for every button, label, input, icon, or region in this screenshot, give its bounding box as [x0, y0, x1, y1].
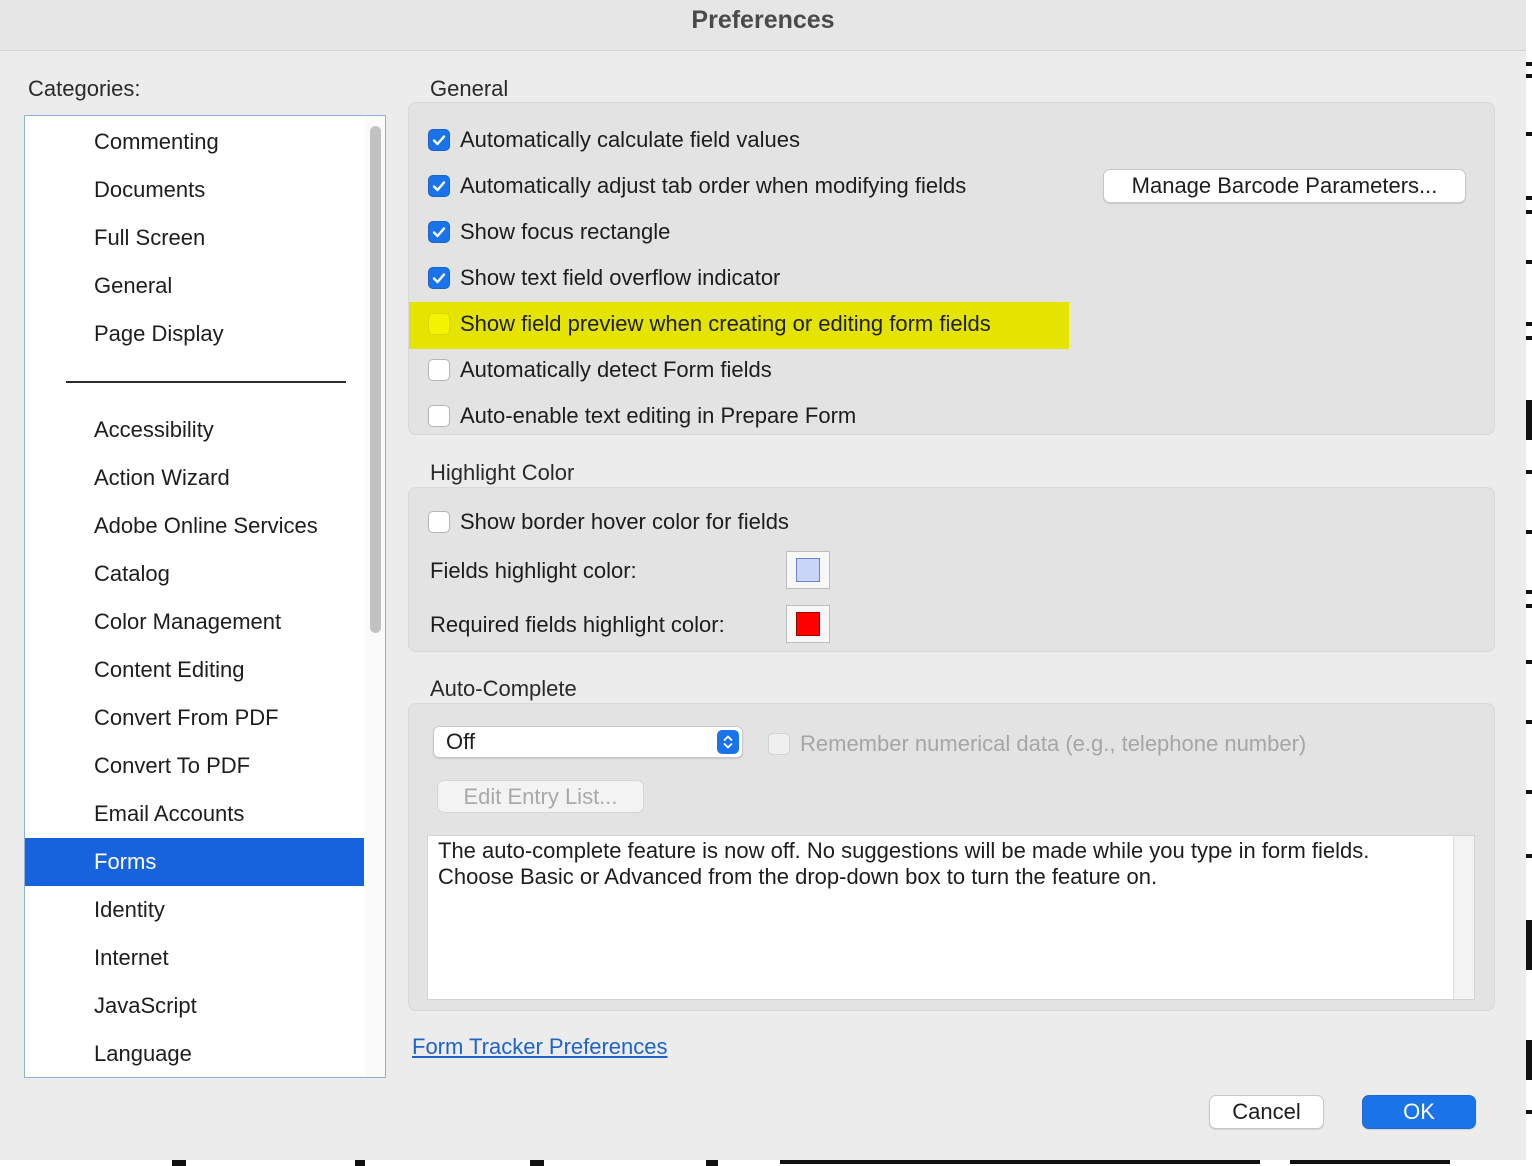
checkbox-checked-icon[interactable]: [428, 129, 450, 151]
checkbox-unchecked-icon[interactable]: [428, 405, 450, 427]
categories-list[interactable]: Commenting Documents Full Screen General…: [24, 115, 386, 1078]
checkbox-unchecked-icon[interactable]: [428, 359, 450, 381]
border-hover-option[interactable]: Show border hover color for fields: [428, 507, 789, 537]
manage-barcode-parameters-button[interactable]: Manage Barcode Parameters...: [1103, 169, 1466, 203]
general-heading: General: [430, 76, 509, 101]
category-item-language[interactable]: Language: [25, 1030, 364, 1077]
category-divider: [66, 381, 346, 383]
category-item-full-screen[interactable]: Full Screen: [25, 214, 364, 262]
auto-enable-text-editing-option[interactable]: Auto-enable text editing in Prepare Form: [428, 401, 856, 431]
category-item-accessibility[interactable]: Accessibility: [25, 406, 364, 454]
auto-complete-description: The auto-complete feature is now off. No…: [427, 835, 1475, 1000]
category-item-email-accounts[interactable]: Email Accounts: [25, 790, 364, 838]
checkbox-checked-icon[interactable]: [428, 221, 450, 243]
background-bottom: [0, 1160, 1532, 1166]
auto-tab-order-label: Automatically adjust tab order when modi…: [460, 173, 967, 198]
background-edge: [1526, 0, 1532, 1166]
description-line-2: Choose Basic or Advanced from the drop-d…: [438, 864, 1158, 889]
category-item-forms[interactable]: Forms: [25, 838, 364, 886]
auto-calculate-label: Automatically calculate field values: [460, 127, 800, 152]
checkbox-unchecked-icon[interactable]: [428, 511, 450, 533]
overflow-indicator-label: Show text field overflow indicator: [460, 265, 781, 290]
auto-complete-select-value: Off: [446, 729, 475, 754]
detect-form-fields-option[interactable]: Automatically detect Form fields: [428, 355, 772, 385]
required-fields-highlight-color-label: Required fields highlight color:: [430, 612, 725, 637]
category-item-color-management[interactable]: Color Management: [25, 598, 364, 646]
edit-entry-list-button[interactable]: Edit Entry List...: [437, 780, 644, 813]
category-item-content-editing[interactable]: Content Editing: [25, 646, 364, 694]
checkbox-disabled-icon[interactable]: [768, 733, 790, 755]
chevron-up-down-icon: [717, 730, 739, 754]
description-line-1: The auto-complete feature is now off. No…: [438, 838, 1370, 863]
checkbox-checked-icon[interactable]: [428, 175, 450, 197]
auto-calculate-option[interactable]: Automatically calculate field values: [428, 125, 800, 155]
required-fields-highlight-color-swatch[interactable]: [786, 605, 830, 643]
category-item-documents[interactable]: Documents: [25, 166, 364, 214]
auto-tab-order-option[interactable]: Automatically adjust tab order when modi…: [428, 171, 966, 201]
checkbox-checked-icon[interactable]: [428, 267, 450, 289]
auto-complete-description-text: The auto-complete feature is now off. No…: [438, 838, 1446, 890]
border-hover-label: Show border hover color for fields: [460, 509, 789, 534]
category-item-commenting[interactable]: Commenting: [25, 118, 364, 166]
categories-label: Categories:: [28, 76, 141, 101]
auto-complete-select[interactable]: Off: [433, 726, 743, 758]
overflow-indicator-option[interactable]: Show text field overflow indicator: [428, 263, 780, 293]
category-item-convert-to-pdf[interactable]: Convert To PDF: [25, 742, 364, 790]
field-preview-option[interactable]: Show field preview when creating or edit…: [428, 309, 991, 339]
auto-enable-text-editing-label: Auto-enable text editing in Prepare Form: [460, 403, 857, 428]
fields-color-chip: [796, 558, 820, 582]
auto-complete-heading: Auto-Complete: [430, 676, 577, 701]
category-item-internet[interactable]: Internet: [25, 934, 364, 982]
remember-numerical-data-label: Remember numerical data (e.g., telephone…: [800, 731, 1307, 756]
ok-button[interactable]: OK: [1362, 1095, 1476, 1129]
checkbox-unchecked-icon[interactable]: [428, 313, 450, 335]
category-item-action-wizard[interactable]: Action Wizard: [25, 454, 364, 502]
category-item-identity[interactable]: Identity: [25, 886, 364, 934]
category-item-convert-from-pdf[interactable]: Convert From PDF: [25, 694, 364, 742]
required-color-chip: [796, 612, 820, 636]
focus-rectangle-option[interactable]: Show focus rectangle: [428, 217, 670, 247]
field-preview-label: Show field preview when creating or edit…: [460, 311, 991, 336]
remember-numerical-data-option[interactable]: Remember numerical data (e.g., telephone…: [768, 729, 1306, 759]
cancel-button[interactable]: Cancel: [1209, 1095, 1324, 1129]
category-item-page-display[interactable]: Page Display: [25, 310, 364, 358]
highlight-color-heading: Highlight Color: [430, 460, 575, 485]
title-bar: Preferences: [0, 0, 1526, 51]
focus-rectangle-label: Show focus rectangle: [460, 219, 671, 244]
categories-scrollbar-thumb[interactable]: [370, 126, 381, 633]
fields-highlight-color-swatch[interactable]: [786, 551, 830, 589]
detect-form-fields-label: Automatically detect Form fields: [460, 357, 772, 382]
category-item-javascript[interactable]: JavaScript: [25, 982, 364, 1030]
window-title: Preferences: [691, 6, 835, 34]
category-item-catalog[interactable]: Catalog: [25, 550, 364, 598]
category-item-adobe-online-services[interactable]: Adobe Online Services: [25, 502, 364, 550]
form-tracker-preferences-link[interactable]: Form Tracker Preferences: [412, 1034, 668, 1060]
description-scrollbar[interactable]: [1453, 836, 1474, 999]
category-item-general[interactable]: General: [25, 262, 364, 310]
preferences-window: Preferences Categories: Commenting Docum…: [0, 0, 1527, 1161]
fields-highlight-color-label: Fields highlight color:: [430, 558, 637, 583]
